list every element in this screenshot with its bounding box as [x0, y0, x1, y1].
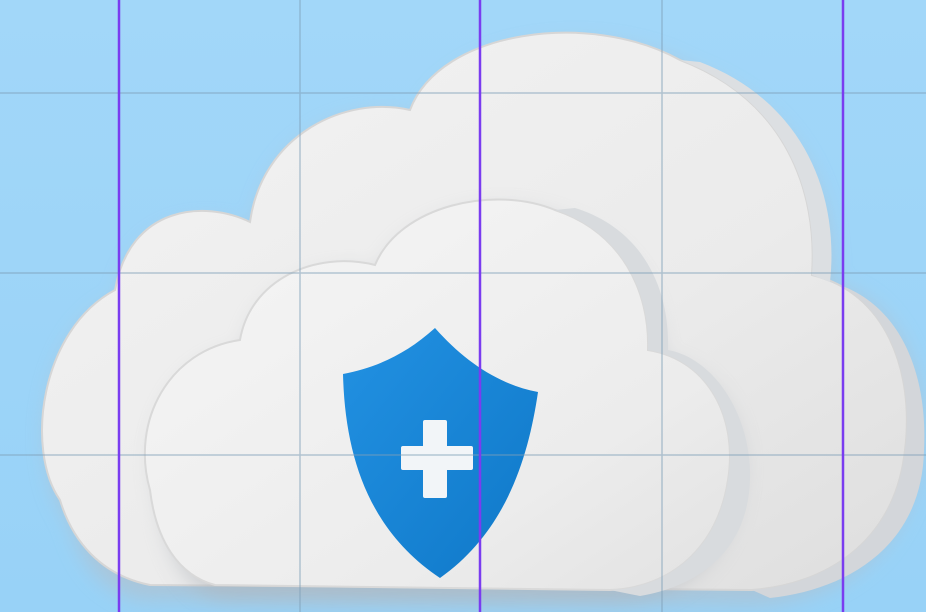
cloud-security-illustration — [0, 0, 926, 612]
illustration-canvas — [0, 0, 926, 612]
